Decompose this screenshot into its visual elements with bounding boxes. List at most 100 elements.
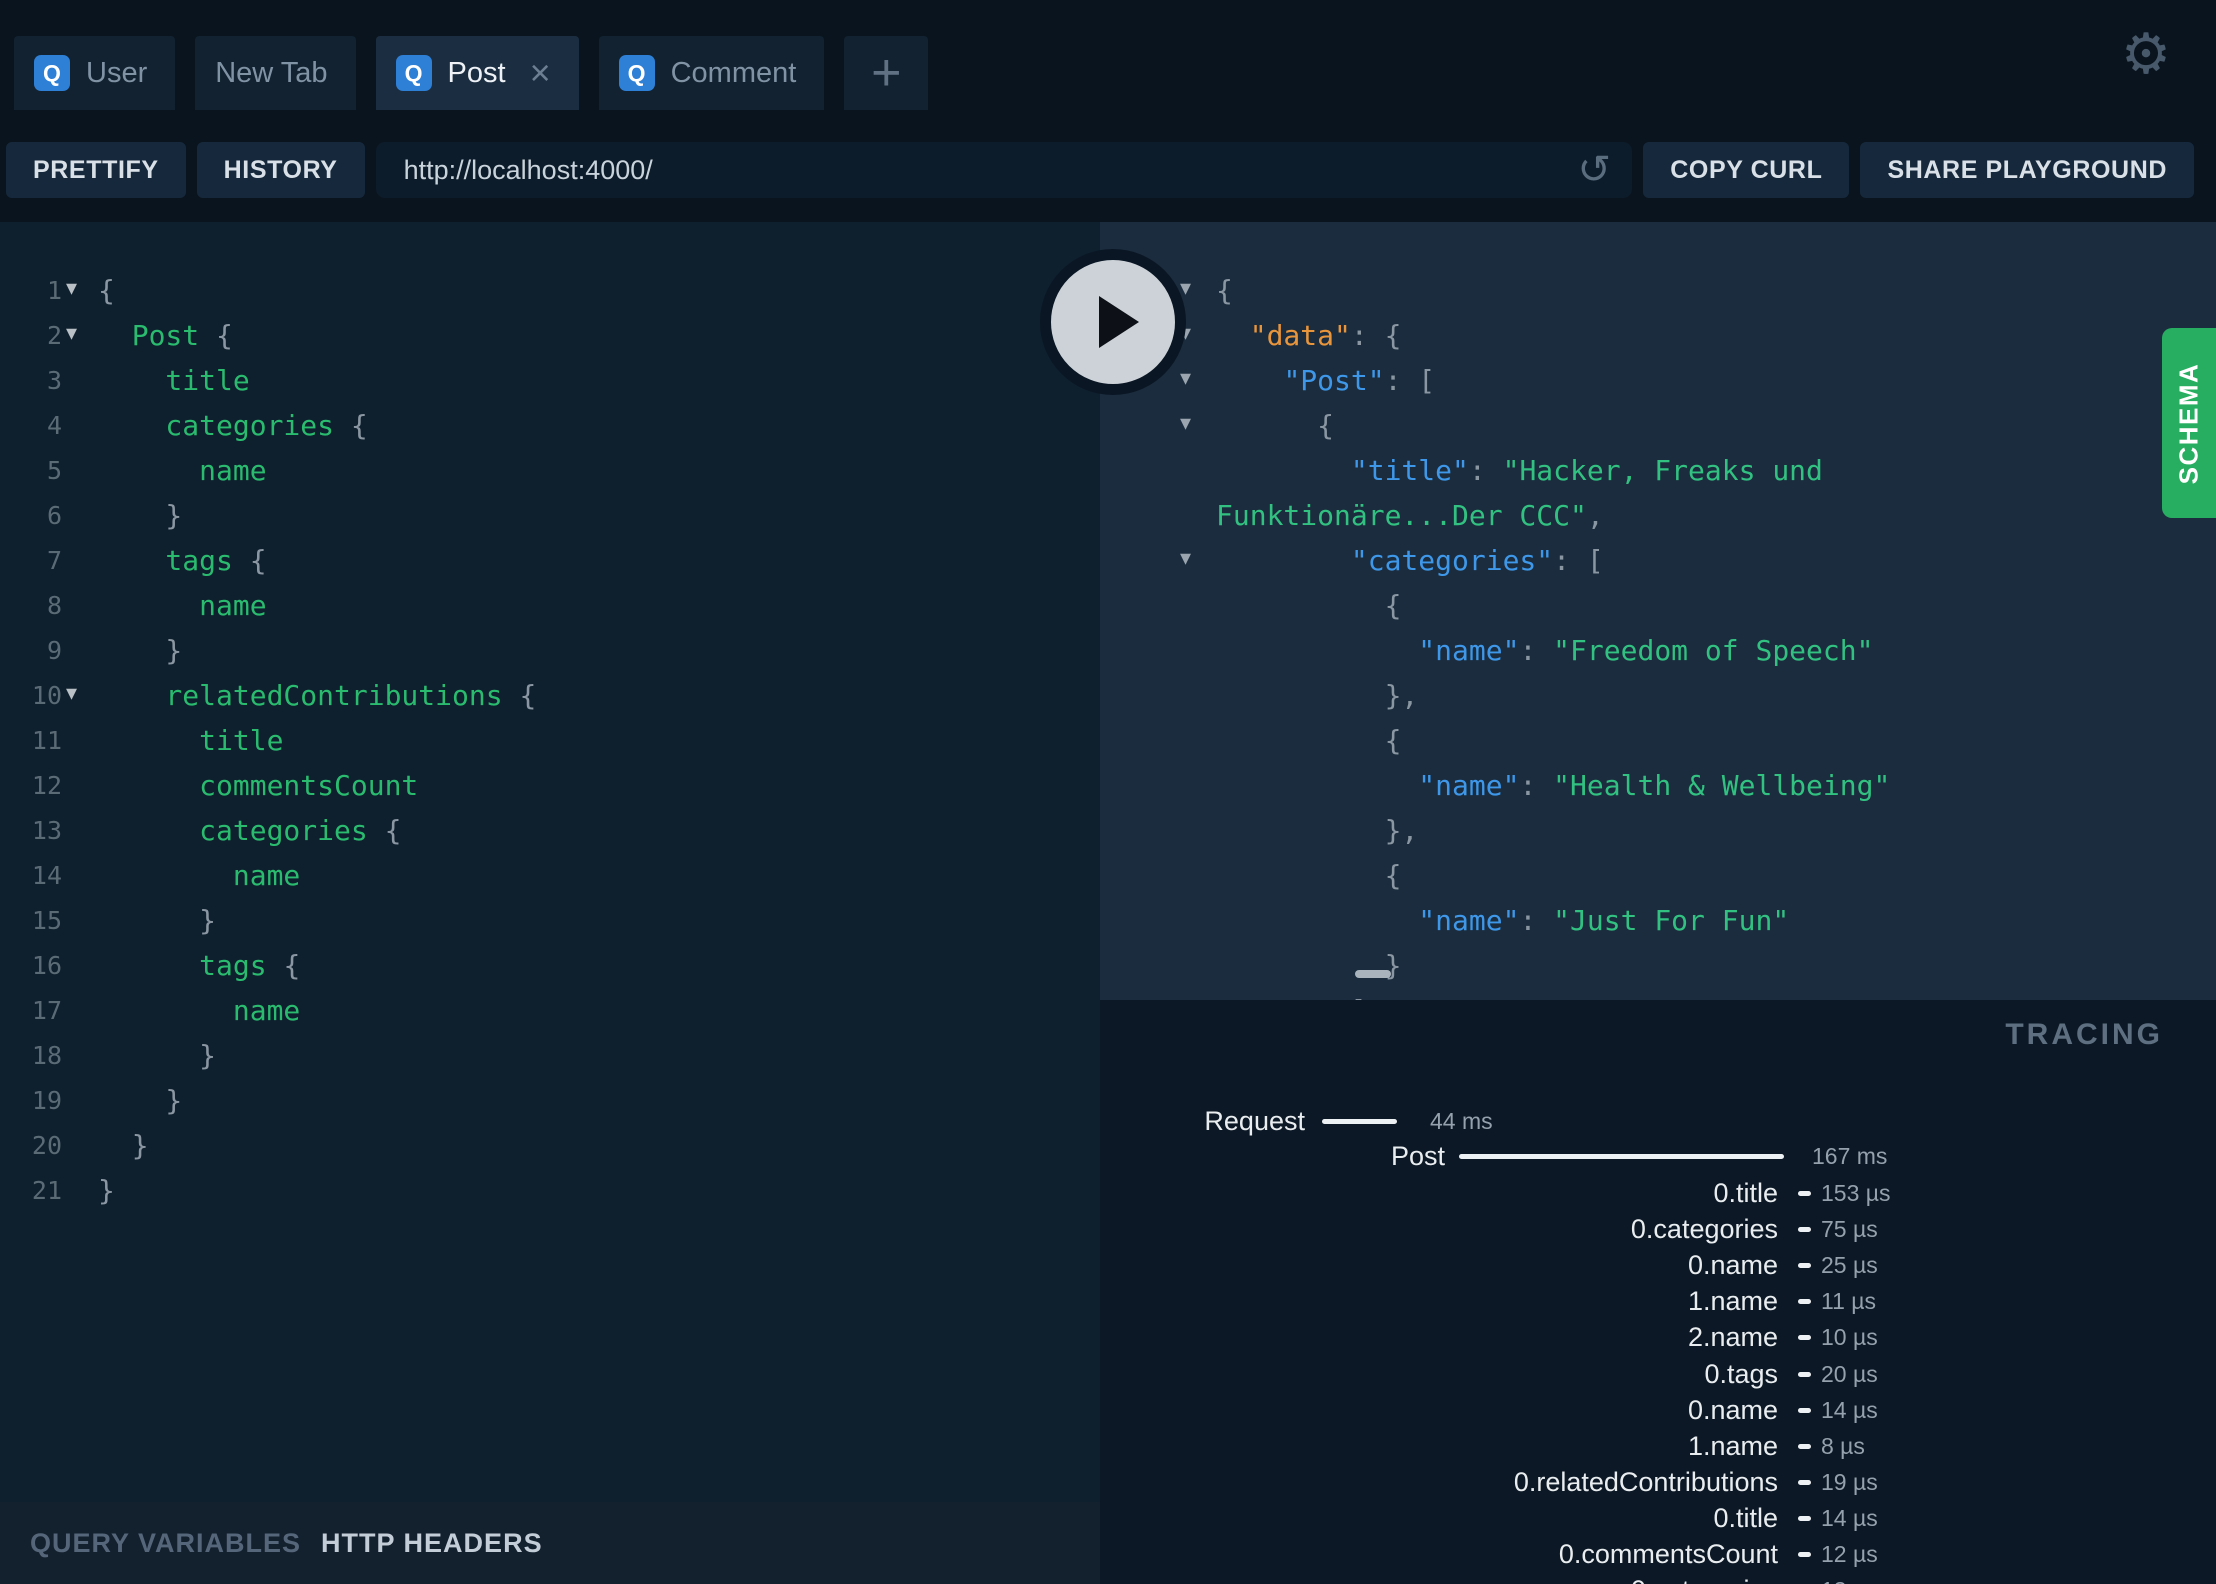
- response-pane: ▾{▾ "data": {▾ "Post": [▾ { "title": "Ha…: [1100, 222, 2216, 1000]
- history-button[interactable]: HISTORY: [196, 142, 365, 198]
- response-code-text: {: [1216, 859, 1402, 892]
- editor-line[interactable]: 11 title: [0, 718, 1100, 763]
- code-token: "data": [1249, 319, 1351, 352]
- fold-arrow-icon[interactable]: ▾: [1180, 401, 1191, 446]
- editor-code-text: }: [98, 499, 182, 532]
- trace-field-label: 0.categories: [1100, 1574, 1778, 1584]
- code-token: },: [1216, 679, 1419, 712]
- http-headers-tab[interactable]: HTTP HEADERS: [321, 1528, 543, 1559]
- editor-line[interactable]: 13 categories {: [0, 808, 1100, 853]
- query-badge-icon: Q: [395, 55, 432, 91]
- fold-arrow-icon[interactable]: ▾: [1180, 536, 1191, 581]
- editor-line[interactable]: 1 ▾ {: [0, 268, 1100, 313]
- fold-arrow-icon[interactable]: ▾: [66, 266, 77, 311]
- editor-line[interactable]: 19 }: [0, 1078, 1100, 1123]
- line-number: 9: [46, 636, 62, 665]
- play-icon: [1099, 296, 1139, 348]
- editor-line[interactable]: 7 tags {: [0, 538, 1100, 583]
- line-number: 18: [31, 1041, 62, 1070]
- trace-duration-value: 13 µs: [1821, 1574, 1878, 1584]
- editor-line[interactable]: 9 }: [0, 628, 1100, 673]
- tab-user[interactable]: Q User: [14, 36, 176, 110]
- response-line: "name": "Just For Fun": [1100, 898, 2216, 943]
- editor-line[interactable]: 12 commentsCount: [0, 763, 1100, 808]
- trace-row: 0.title 153 µs: [1100, 1177, 2216, 1209]
- trace-field-label: 0.name: [1687, 1395, 1778, 1425]
- editor-line[interactable]: 16 tags {: [0, 943, 1100, 988]
- line-number: 21: [31, 1176, 62, 1205]
- trace-row: 0.relatedContributions 19 µs: [1100, 1466, 2216, 1498]
- response-line: {: [1100, 853, 2216, 898]
- add-tab-button[interactable]: +: [844, 36, 929, 110]
- line-number: 2: [46, 321, 62, 350]
- line-number: 4: [46, 411, 62, 440]
- code-token: commentsCount: [98, 769, 419, 802]
- schema-side-tab[interactable]: SCHEMA: [2162, 328, 2216, 518]
- line-number: 7: [46, 546, 62, 575]
- code-token: }: [98, 1039, 217, 1072]
- response-line: Funktionäre...Der CCC",: [1100, 493, 2216, 538]
- execute-query-button[interactable]: [1040, 249, 1186, 395]
- editor-line[interactable]: 5 name: [0, 448, 1100, 493]
- response-code-text: },: [1216, 814, 1419, 847]
- editor-line[interactable]: 10 ▾ relatedContributions {: [0, 673, 1100, 718]
- editor-line[interactable]: 18 }: [0, 1033, 1100, 1078]
- reload-schema-icon[interactable]: ↺: [1572, 147, 1616, 193]
- query-badge-icon: Q: [618, 55, 655, 91]
- query-variables-tab[interactable]: QUERY VARIABLES: [30, 1528, 301, 1559]
- trace-duration-value: 25 µs: [1821, 1252, 1878, 1278]
- tab-new-tab[interactable]: New Tab: [195, 36, 356, 110]
- fold-arrow-icon[interactable]: ▾: [1180, 356, 1191, 401]
- response-scrollbar-thumb[interactable]: [1355, 970, 1391, 978]
- editor-line[interactable]: 8 name: [0, 583, 1100, 628]
- tab-comment[interactable]: Q Comment: [598, 36, 825, 110]
- editor-code-text: tags {: [98, 949, 300, 982]
- fold-arrow-icon[interactable]: ▾: [66, 311, 77, 356]
- copy-curl-button[interactable]: COPY CURL: [1643, 142, 1850, 198]
- fold-arrow-icon[interactable]: ▾: [66, 671, 77, 716]
- trace-duration-value: 167 ms: [1812, 1143, 1888, 1169]
- line-number: 5: [46, 456, 62, 485]
- code-token: }: [98, 1174, 115, 1207]
- close-icon[interactable]: ×: [530, 55, 551, 91]
- trace-duration-bar: [1798, 1480, 1811, 1485]
- editor-line[interactable]: 4 categories {: [0, 403, 1100, 448]
- trace-row: Request 44 ms: [1100, 1105, 2216, 1137]
- response-line: {: [1100, 583, 2216, 628]
- trace-row: Post 167 ms: [1100, 1140, 2216, 1172]
- code-token: "name": [1418, 634, 1520, 667]
- editor-code-text: }: [98, 634, 182, 667]
- response-code-text: Funktionäre...Der CCC",: [1216, 499, 1604, 532]
- trace-row: 0.title 14 µs: [1100, 1502, 2216, 1534]
- editor-code-text: }: [98, 904, 216, 937]
- editor-line[interactable]: 2 ▾ Post {: [0, 313, 1100, 358]
- response-code-text: "name": "Just For Fun": [1216, 904, 1789, 937]
- editor-line[interactable]: 20 }: [0, 1123, 1100, 1168]
- editor-line[interactable]: 3 title: [0, 358, 1100, 403]
- query-editor[interactable]: 1 ▾{2 ▾ Post {3 title 4 categories {5 name 6…: [0, 222, 1100, 1502]
- code-token: {: [249, 544, 267, 577]
- editor-line[interactable]: 14 name: [0, 853, 1100, 898]
- response-line: "title": "Hacker, Freaks und: [1100, 448, 2216, 493]
- editor-line[interactable]: 6 }: [0, 493, 1100, 538]
- code-token: tags: [98, 544, 250, 577]
- trace-duration-bar: [1798, 1191, 1811, 1196]
- share-playground-button[interactable]: SHARE PLAYGROUND: [1860, 142, 2194, 198]
- trace-field-label: 0.title: [1713, 1503, 1778, 1533]
- response-line: ]: [1100, 988, 2216, 1000]
- settings-gear-icon[interactable]: ⚙: [2116, 22, 2176, 87]
- response-line: },: [1100, 808, 2216, 853]
- editor-line[interactable]: 15 }: [0, 898, 1100, 943]
- tab-post[interactable]: Q Post ×: [375, 36, 579, 110]
- code-token: name: [98, 994, 301, 1027]
- trace-field-label: 1.name: [1687, 1286, 1778, 1316]
- endpoint-url-input[interactable]: [401, 153, 1573, 187]
- editor-line[interactable]: 21}: [0, 1168, 1100, 1213]
- trace-field-label: 0.categories: [1630, 1214, 1778, 1244]
- editor-line[interactable]: 17 name: [0, 988, 1100, 1033]
- response-line: },: [1100, 673, 2216, 718]
- prettify-button[interactable]: PRETTIFY: [6, 142, 186, 198]
- trace-duration-value: 44 ms: [1430, 1108, 1493, 1134]
